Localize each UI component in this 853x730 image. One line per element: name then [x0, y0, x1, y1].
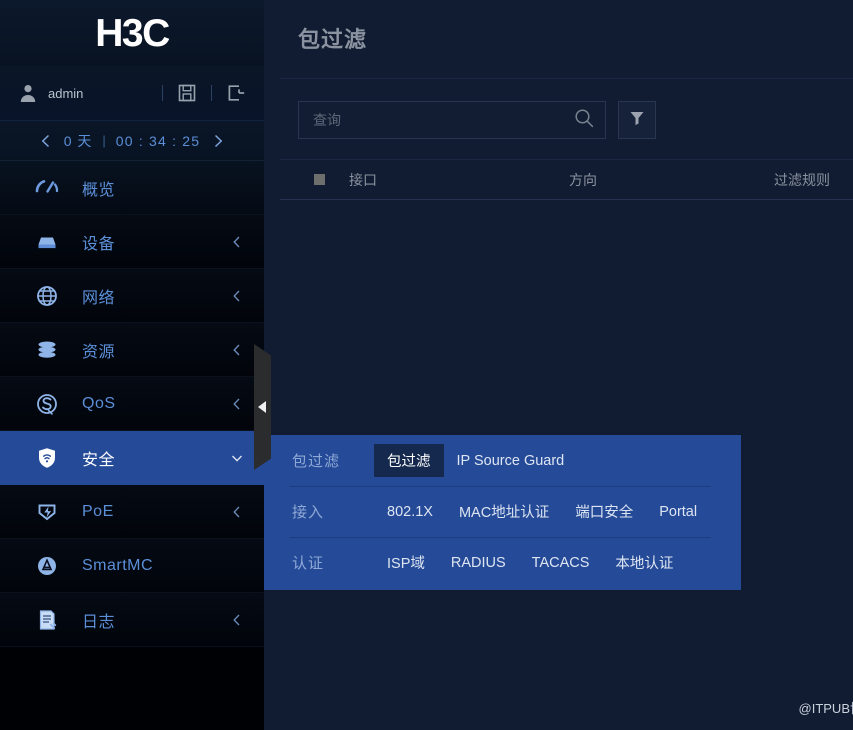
security-submenu-flyout: 包过滤 包过滤 IP Source Guard 接入 802.1X MAC地址认… [264, 435, 741, 590]
sidebar: H3C admin 0 天 | 00: 34: 25 概览 设备 网络 资源… [0, 0, 264, 730]
divider [162, 85, 163, 101]
flyout-row-authentication: 认证 ISP域 RADIUS TACACS 本地认证 [264, 537, 741, 588]
device-icon [34, 229, 60, 255]
logout-icon[interactable] [226, 83, 246, 103]
flyout-link-radius[interactable]: RADIUS [438, 549, 519, 577]
watermark-label: @ITPUB博客 [798, 701, 853, 716]
timer-clock-value: 00 : 34 : 25 [115, 132, 201, 149]
flyout-category-label: 包过滤 [292, 453, 341, 470]
flyout-link-packet-filter[interactable]: 包过滤 [374, 444, 444, 477]
chevron-left-icon [230, 343, 244, 357]
sidebar-item-label: SmartMC [82, 556, 154, 574]
flyout-link-tacacs[interactable]: TACACS [519, 549, 603, 577]
qos-icon [34, 391, 60, 417]
select-all-checkbox[interactable] [314, 174, 325, 185]
sidebar-nav: 概览 设备 网络 资源 QoS 安全 PoE SmartMC 日志 [0, 161, 264, 647]
brand-logo-text: H3C [95, 11, 170, 55]
sidebar-item-label: 安全 [82, 451, 116, 469]
chevron-left-icon [230, 397, 244, 411]
chevron-down-icon [230, 451, 244, 465]
sidebar-item-label: QoS [82, 394, 116, 412]
flyout-link-group: ISP域 RADIUS TACACS 本地认证 [374, 546, 686, 579]
flyout-link-group: 802.1X MAC地址认证 端口安全 Portal [374, 495, 710, 528]
sidebar-item-security[interactable]: 安全 [0, 431, 264, 485]
flyout-link-isp-domain[interactable]: ISP域 [374, 546, 438, 579]
gauge-icon [34, 175, 60, 201]
timer-separator: | [102, 133, 106, 148]
sidebar-item-label: 资源 [82, 343, 116, 361]
timer-days-value: 0 天 [63, 132, 93, 149]
flyout-link-mac-auth[interactable]: MAC地址认证 [446, 495, 562, 528]
filter-funnel-icon [628, 109, 646, 132]
triangle-left-icon [257, 401, 266, 413]
floppy-disk-icon[interactable] [177, 83, 197, 103]
chevron-left-icon [230, 505, 244, 519]
sidebar-item-resource[interactable]: 资源 [0, 323, 264, 377]
flyout-row-packet-filter: 包过滤 包过滤 IP Source Guard [264, 435, 741, 486]
column-header-interface[interactable]: 接口 [349, 170, 569, 190]
flyout-row-access: 接入 802.1X MAC地址认证 端口安全 Portal [264, 486, 741, 537]
shield-icon [34, 445, 60, 471]
sidebar-item-log[interactable]: 日志 [0, 593, 264, 647]
table-header-row: 接口 方向 过滤规则 [280, 160, 853, 200]
poe-icon [34, 499, 60, 525]
sidebar-item-label: 概览 [82, 181, 116, 199]
session-timer-bar: 0 天 | 00 : 34 : 25 [0, 121, 264, 161]
user-avatar-icon [18, 83, 38, 103]
search-toolbar [264, 79, 853, 139]
sidebar-item-label: 设备 [82, 235, 116, 253]
flyout-link-8021x[interactable]: 802.1X [374, 498, 446, 526]
sidebar-collapse-handle[interactable] [254, 344, 271, 470]
sidebar-item-poe[interactable]: PoE [0, 485, 264, 539]
sidebar-item-qos[interactable]: QoS [0, 377, 264, 431]
brand-logo[interactable]: H3C [0, 0, 264, 66]
flyout-link-port-security[interactable]: 端口安全 [562, 495, 646, 528]
log-icon [34, 607, 60, 633]
user-bar: admin [0, 66, 264, 121]
sidebar-item-label: 网络 [82, 289, 116, 307]
flyout-link-ip-source-guard[interactable]: IP Source Guard [444, 447, 578, 475]
sidebar-item-smartmc[interactable]: SmartMC [0, 539, 264, 593]
chevron-left-icon[interactable] [38, 133, 54, 149]
column-header-direction[interactable]: 方向 [569, 170, 774, 190]
filter-button[interactable] [618, 101, 656, 139]
flyout-category-label: 接入 [292, 504, 325, 521]
sidebar-item-label: PoE [82, 502, 114, 520]
flyout-link-portal[interactable]: Portal [646, 498, 710, 526]
column-header-filter-rule[interactable]: 过滤规则 [774, 170, 853, 190]
chevron-right-icon[interactable] [210, 133, 226, 149]
divider [211, 85, 212, 101]
main-content: 包过滤 查询 接口 方向 过滤规则 @ITPUB [254, 0, 853, 730]
smartmc-icon [34, 553, 60, 579]
search-input[interactable] [313, 112, 573, 128]
username-label: admin [48, 85, 84, 101]
page-title: 包过滤 [298, 27, 368, 52]
globe-icon [34, 283, 60, 309]
flyout-link-group: 包过滤 IP Source Guard [374, 444, 577, 477]
sidebar-item-network[interactable]: 网络 [0, 269, 264, 323]
chevron-left-icon [230, 289, 244, 303]
app-root: H3C admin 0 天 | 00: 34: 25 概览 设备 网络 资源… [0, 0, 853, 730]
sidebar-item-label: 日志 [82, 613, 116, 631]
database-icon [34, 337, 60, 363]
search-icon[interactable] [573, 107, 595, 134]
search-box[interactable] [298, 101, 606, 139]
chevron-left-icon [230, 613, 244, 627]
sidebar-item-device[interactable]: 设备 [0, 215, 264, 269]
chevron-left-icon [230, 235, 244, 249]
flyout-link-local-auth[interactable]: 本地认证 [602, 546, 686, 579]
flyout-category-label: 认证 [292, 555, 325, 572]
sidebar-item-overview[interactable]: 概览 [0, 161, 264, 215]
